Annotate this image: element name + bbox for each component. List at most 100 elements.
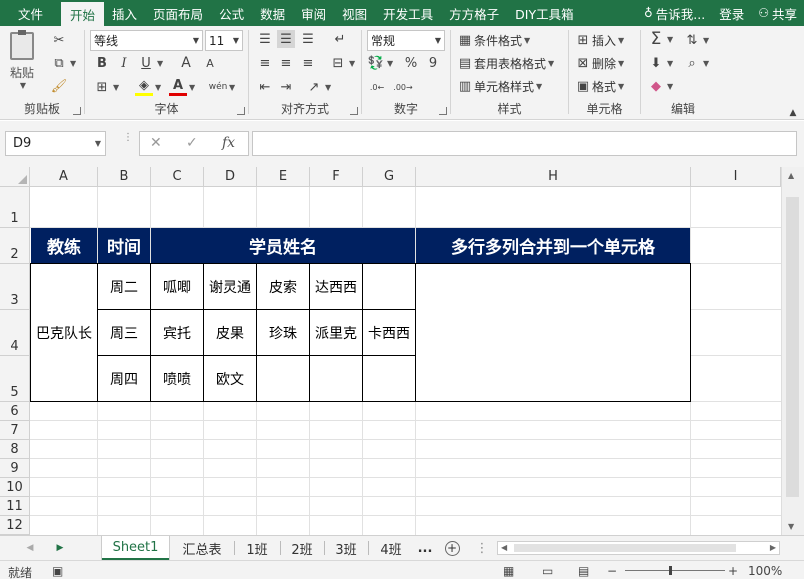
number-format-select[interactable]: 常规 ▼ [367, 30, 445, 51]
tell-me-box[interactable]: ♁ 告诉我... [637, 0, 712, 26]
row-header-6[interactable]: 6 [0, 402, 30, 421]
row-header-8[interactable]: 8 [0, 440, 30, 459]
font-name-select[interactable]: 等线 ▼ [90, 30, 203, 51]
column-header-f[interactable]: F [310, 167, 363, 187]
copy-button[interactable]: ⧉ ▼ [50, 54, 76, 72]
cell-e4[interactable]: 珍珠 [257, 310, 309, 355]
underline-button[interactable]: U ▼ [137, 54, 163, 72]
zoom-slider-thumb[interactable] [669, 566, 672, 575]
tab-formulas[interactable]: 公式 [211, 0, 252, 26]
header-cell-merge-title[interactable]: 多行多列合并到一个单元格 [416, 228, 690, 263]
horizontal-scrollbar[interactable]: ◀ ▶ [497, 541, 780, 555]
row-header-12[interactable]: 12 [0, 516, 30, 535]
row-header-10[interactable]: 10 [0, 478, 30, 497]
normal-view-icon[interactable]: ▦ [503, 564, 514, 578]
next-sheet-button[interactable]: ▶ [52, 536, 68, 560]
merge-center-button[interactable]: ⊟ ▼ [329, 54, 356, 72]
name-box[interactable]: D9 ▼ [5, 131, 106, 156]
conditional-format-button[interactable]: ▦ 条件格式 ▼ [456, 31, 530, 49]
increase-indent-button[interactable]: ⇥ [277, 78, 295, 96]
row-header-1[interactable]: 1 [0, 187, 30, 228]
clipboard-launcher[interactable] [73, 107, 81, 115]
decrease-decimal-button[interactable]: .00→ [393, 78, 412, 96]
worksheet-grid[interactable]: A B C D E F G H I 1 2 3 4 5 6 7 8 9 10 1… [0, 167, 804, 535]
italic-button[interactable]: I [115, 54, 133, 72]
collapse-ribbon-button[interactable]: ▲ [784, 104, 802, 122]
tab-view[interactable]: 视图 [334, 0, 375, 26]
vertical-scroll-thumb[interactable] [786, 197, 799, 497]
cell-d4[interactable]: 皮果 [204, 310, 256, 355]
wrap-text-button[interactable]: ↵ [331, 30, 349, 48]
cell-d3[interactable]: 谢灵通 [204, 264, 256, 309]
sheet-tab-sheet1[interactable]: Sheet1 [102, 536, 169, 560]
fill-color-button[interactable]: ◈ ▼ [135, 78, 161, 96]
tab-data[interactable]: 数据 [252, 0, 293, 26]
orientation-button[interactable]: ↗ ▼ [305, 78, 332, 96]
row-header-2[interactable]: 2 [0, 228, 30, 264]
cell-styles-button[interactable]: ▥ 单元格样式 ▼ [456, 77, 542, 95]
cell-coach[interactable]: 巴克队长 [31, 264, 97, 401]
tab-home[interactable]: 开始 [61, 2, 105, 26]
add-sheet-button[interactable]: + [441, 536, 463, 560]
tab-page-layout[interactable]: 页面布局 [145, 0, 211, 26]
column-header-c[interactable]: C [151, 167, 204, 187]
autosum-button[interactable]: Σ ▼ [647, 29, 674, 49]
column-header-g[interactable]: G [363, 167, 416, 187]
number-launcher[interactable] [439, 107, 447, 115]
font-color-button[interactable]: A ▼ [169, 78, 195, 96]
sheet-tab-class3[interactable]: 3班 [326, 536, 366, 560]
row-header-11[interactable]: 11 [0, 497, 30, 516]
row-header-4[interactable]: 4 [0, 310, 30, 356]
cell-c3[interactable]: 呱唧 [151, 264, 203, 309]
cell-time-3[interactable]: 周四 [98, 356, 150, 401]
cell-e3[interactable]: 皮索 [257, 264, 309, 309]
borders-button[interactable]: ⊞ ▼ [93, 78, 120, 96]
column-header-d[interactable]: D [204, 167, 257, 187]
format-as-table-button[interactable]: ▤ 套用表格格式 ▼ [456, 54, 554, 72]
row-header-9[interactable]: 9 [0, 459, 30, 478]
merged-cell-h3-h5[interactable] [416, 264, 690, 401]
sheet-tab-summary[interactable]: 汇总表 [172, 536, 232, 560]
cut-button[interactable]: ✂ [50, 31, 68, 49]
cancel-icon[interactable]: ✕ [150, 135, 162, 151]
delete-cells-button[interactable]: ⊠ 删除 ▼ [574, 54, 625, 72]
tab-developer[interactable]: 开发工具 [375, 0, 441, 26]
scroll-up-icon[interactable]: ▲ [788, 171, 794, 180]
zoom-in-button[interactable]: + [728, 564, 738, 578]
formula-input[interactable] [252, 131, 797, 156]
select-all-corner[interactable] [0, 167, 30, 187]
row-header-7[interactable]: 7 [0, 421, 30, 440]
column-header-b[interactable]: B [98, 167, 151, 187]
header-cell-student-names[interactable]: 学员姓名 [151, 228, 415, 263]
more-sheets-button[interactable]: ... [414, 536, 436, 560]
format-cells-button[interactable]: ▣ 格式 ▼ [574, 77, 624, 95]
insert-function-button[interactable]: fx [222, 135, 235, 151]
cell-f5[interactable] [310, 356, 362, 401]
column-header-i[interactable]: I [691, 167, 781, 187]
clear-button[interactable]: ◆ ▼ [647, 77, 673, 95]
scroll-down-icon[interactable]: ▼ [788, 522, 794, 531]
font-size-select[interactable]: 11 ▼ [205, 30, 243, 51]
cell-f3[interactable]: 达西西 [310, 264, 362, 309]
sheet-tab-class1[interactable]: 1班 [236, 536, 278, 560]
tab-file[interactable]: 文件 [0, 0, 61, 26]
insert-cells-button[interactable]: ⊞ 插入 ▼ [574, 31, 625, 49]
tab-diy-toolbox[interactable]: DIY工具箱 [507, 0, 581, 26]
format-painter-button[interactable]: 🖌 [50, 77, 68, 95]
cell-time-1[interactable]: 周二 [98, 264, 150, 309]
horizontal-scroll-thumb[interactable] [514, 544, 736, 552]
align-top-button[interactable]: ☰ [256, 30, 274, 48]
zoom-level[interactable]: 100% [748, 564, 782, 578]
scroll-left-icon[interactable]: ◀ [501, 543, 507, 552]
cell-time-2[interactable]: 周三 [98, 310, 150, 355]
confirm-icon[interactable]: ✓ [186, 135, 198, 151]
align-bottom-button[interactable]: ☰ [299, 30, 317, 48]
font-launcher[interactable] [237, 107, 245, 115]
align-center-button[interactable]: ≡ [277, 54, 295, 72]
row-header-5[interactable]: 5 [0, 356, 30, 402]
comma-button[interactable]: 9 [424, 54, 442, 72]
cell-d5[interactable]: 欧文 [204, 356, 256, 401]
tab-review[interactable]: 审阅 [293, 0, 334, 26]
cell-g5[interactable] [363, 356, 415, 401]
tab-insert[interactable]: 插入 [104, 0, 145, 26]
